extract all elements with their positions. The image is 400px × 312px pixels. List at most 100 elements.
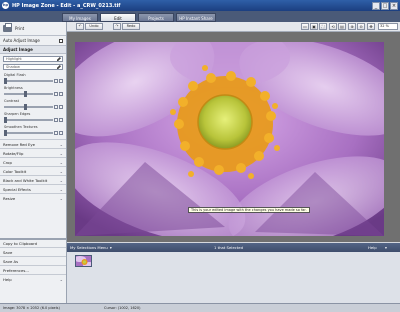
eyedropper-icon[interactable]	[57, 65, 61, 69]
tab-hp-instant-share[interactable]: HP Instant Share	[176, 13, 216, 22]
menu-label: Special Effects	[3, 186, 31, 192]
auto-adjust-row[interactable]: Auto Adjust Image	[0, 36, 66, 46]
slider-thumb[interactable]	[24, 90, 27, 97]
slider-thumb[interactable]	[4, 129, 7, 136]
image-toolbar: ↶ Undo ↷ Redo ▭ ▣ ⛶ ⟲ ▤ ⊕ ⊖ ✥ 32 %	[67, 22, 400, 32]
tab-projects[interactable]: Projects	[138, 13, 174, 22]
chevron-down-icon[interactable]: ▾	[110, 245, 112, 250]
slider-increase-button[interactable]	[59, 91, 63, 96]
slider-increase-button[interactable]	[59, 117, 63, 122]
slider-decrease-button[interactable]	[54, 117, 58, 122]
menu-crop[interactable]: Crop ⌄	[0, 157, 66, 166]
eyedropper-icon[interactable]	[57, 57, 61, 61]
print-icon[interactable]: ▤	[338, 23, 346, 30]
contrast-slider[interactable]	[4, 103, 63, 110]
slider-increase-button[interactable]	[59, 78, 63, 83]
actual-size-icon[interactable]: ▣	[310, 23, 318, 30]
status-bar: Image: 3078 × 2052 (6.0 pixels) Cursor: …	[0, 303, 400, 312]
action-label: Help	[3, 276, 12, 282]
auto-adjust-checkbox[interactable]	[59, 38, 63, 43]
menu-black-white-toolkit[interactable]: Black and White Toolkit ⌄	[0, 175, 66, 184]
minimize-button[interactable]: _	[372, 1, 380, 10]
shadow-placeholder: Shadow	[6, 65, 20, 69]
rotate-icon[interactable]: ⟲	[329, 23, 337, 30]
undo-button[interactable]: Undo	[85, 23, 103, 30]
tab-my-images[interactable]: My Images	[62, 13, 98, 22]
tab-edit[interactable]: Edit	[100, 13, 136, 22]
menu-remove-red-eye[interactable]: Remove Red Eye ⌄	[0, 139, 66, 148]
maximize-button[interactable]: □	[381, 1, 389, 10]
slider-decrease-button[interactable]	[54, 104, 58, 109]
chevron-down-icon: ⌄	[59, 177, 63, 183]
chevron-down-icon: ⌄	[59, 276, 63, 282]
image-size-readout: Image: 3078 × 2052 (6.0 pixels)	[3, 306, 60, 310]
save-as-button[interactable]: Save As	[0, 256, 66, 265]
brightness-slider[interactable]	[4, 90, 63, 97]
zoom-select[interactable]: 32 %	[378, 23, 398, 30]
zoom-out-icon[interactable]: ⊖	[357, 23, 365, 30]
selected-image-thumbnail[interactable]	[75, 255, 92, 267]
menu-label: Crop	[3, 159, 12, 165]
action-label: Save As	[3, 258, 19, 264]
zoom-in-icon[interactable]: ⊕	[348, 23, 356, 30]
image-tooltip: This is your edited image with the chang…	[188, 207, 310, 213]
tray-title: My Selections Menu	[70, 245, 108, 250]
shadow-field[interactable]: Shadow	[3, 64, 63, 70]
help-button[interactable]: Help ⌄	[0, 274, 66, 283]
image-canvas[interactable]: This is your edited image with the chang…	[67, 32, 400, 242]
chevron-down-icon: ⌄	[59, 141, 63, 147]
title-bar: hp HP Image Zone - Edit - a_CRW_0213.tif…	[0, 0, 400, 11]
slider-label-digital-flash: Digital Flash	[4, 73, 26, 77]
chevron-down-icon: ⌄	[59, 195, 63, 201]
slider-decrease-button[interactable]	[54, 78, 58, 83]
tab-strip: My Images Edit Projects HP Instant Share	[0, 11, 400, 22]
full-screen-icon[interactable]: ⛶	[319, 23, 327, 30]
slider-thumb[interactable]	[4, 77, 7, 84]
menu-label: Remove Red Eye	[3, 141, 36, 147]
fit-window-icon[interactable]: ▭	[301, 23, 309, 30]
chevron-down-icon: ⌄	[59, 186, 63, 192]
print-label: Print	[15, 26, 25, 31]
print-button[interactable]: Print	[0, 22, 66, 36]
slider-decrease-button[interactable]	[54, 130, 58, 135]
close-button[interactable]: ×	[390, 1, 398, 10]
digital-flash-slider[interactable]	[4, 77, 63, 84]
slider-label-brightness: Brightness	[4, 86, 23, 90]
menu-label: Resize	[3, 195, 16, 201]
slider-decrease-button[interactable]	[54, 91, 58, 96]
preferences-button[interactable]: Preferences...	[0, 265, 66, 274]
cursor-readout: Cursor: (1002, 1620)	[104, 306, 141, 310]
pan-icon[interactable]: ✥	[367, 23, 375, 30]
highlight-field[interactable]: Highlight	[3, 56, 63, 62]
slider-increase-button[interactable]	[59, 104, 63, 109]
menu-rotate-flip[interactable]: Rotate/Flip ⌄	[0, 148, 66, 157]
selections-tray-bar[interactable]: My Selections Menu ▾ 1 that Selected Hel…	[67, 243, 400, 252]
chevron-down-icon: ⌄	[59, 150, 63, 156]
menu-color-toolkit[interactable]: Color Toolkit ⌄	[0, 166, 66, 175]
slider-increase-button[interactable]	[59, 130, 63, 135]
collapse-icon[interactable]: ▾	[385, 245, 387, 250]
undo-icon[interactable]: ↶	[76, 23, 84, 30]
redo-icon[interactable]: ↷	[113, 23, 121, 30]
action-label: Save	[3, 249, 13, 255]
action-label: Copy to Clipboard	[3, 241, 37, 246]
slider-thumb[interactable]	[4, 116, 7, 123]
menu-resize[interactable]: Resize ⌄	[0, 193, 66, 202]
adjust-image-header[interactable]: Adjust Image	[0, 46, 66, 54]
selections-tray	[67, 252, 400, 303]
slider-label-sharpen-edges: Sharpen Edges	[4, 112, 31, 116]
menu-label: Black and White Toolkit	[3, 177, 48, 183]
tray-help-link[interactable]: Help	[368, 245, 377, 250]
slider-label-contrast: Contrast	[4, 99, 19, 103]
sharpen-edges-slider[interactable]	[4, 116, 63, 123]
redo-button[interactable]: Redo	[122, 23, 140, 30]
smoothen-textures-slider[interactable]	[4, 129, 63, 136]
menu-special-effects[interactable]: Special Effects ⌄	[0, 184, 66, 193]
window-controls: _ □ ×	[372, 1, 398, 10]
save-button[interactable]: Save	[0, 247, 66, 256]
copy-to-clipboard-button[interactable]: Copy to Clipboard	[0, 238, 66, 247]
slider-thumb[interactable]	[24, 103, 27, 110]
chevron-down-icon: ⌄	[59, 159, 63, 165]
window-title: HP Image Zone - Edit - a_CRW_0213.tif	[12, 2, 121, 9]
action-label: Preferences...	[3, 267, 29, 273]
